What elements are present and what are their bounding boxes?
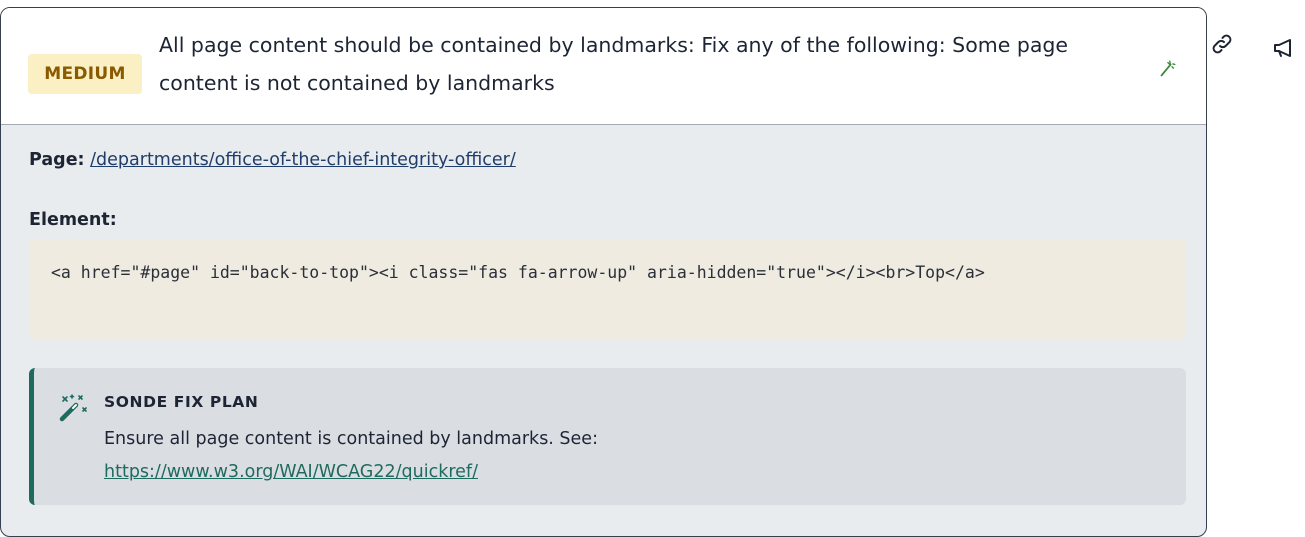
fix-plan-heading: SONDE FIX PLAN [104, 393, 259, 411]
severity-badge: MEDIUM [28, 54, 142, 94]
page-label: Page: [29, 150, 85, 170]
issue-header: MEDIUM All page content should be contai… [1, 8, 1206, 125]
wand-icon[interactable] [1156, 58, 1178, 80]
fix-plan-box: SONDE FIX PLAN Ensure all page content i… [29, 368, 1186, 505]
fix-plan-text: Ensure all page content is contained by … [104, 423, 1104, 489]
megaphone-icon[interactable] [1270, 34, 1298, 62]
issue-card: MEDIUM All page content should be contai… [0, 7, 1207, 537]
issue-title: All page content should be contained by … [159, 33, 1069, 95]
link-icon[interactable] [1208, 30, 1236, 58]
fix-plan-link[interactable]: https://www.w3.org/WAI/WCAG22/quickref/ [104, 462, 478, 482]
element-code: <a href="#page" id="back-to-top"><i clas… [29, 239, 1186, 339]
fix-plan-description: Ensure all page content is contained by … [104, 429, 598, 449]
page-line: Page: /departments/office-of-the-chief-i… [29, 150, 516, 170]
magic-wand-icon [59, 394, 87, 422]
page-link[interactable]: /departments/office-of-the-chief-integri… [90, 150, 516, 170]
element-label: Element: [29, 210, 117, 230]
